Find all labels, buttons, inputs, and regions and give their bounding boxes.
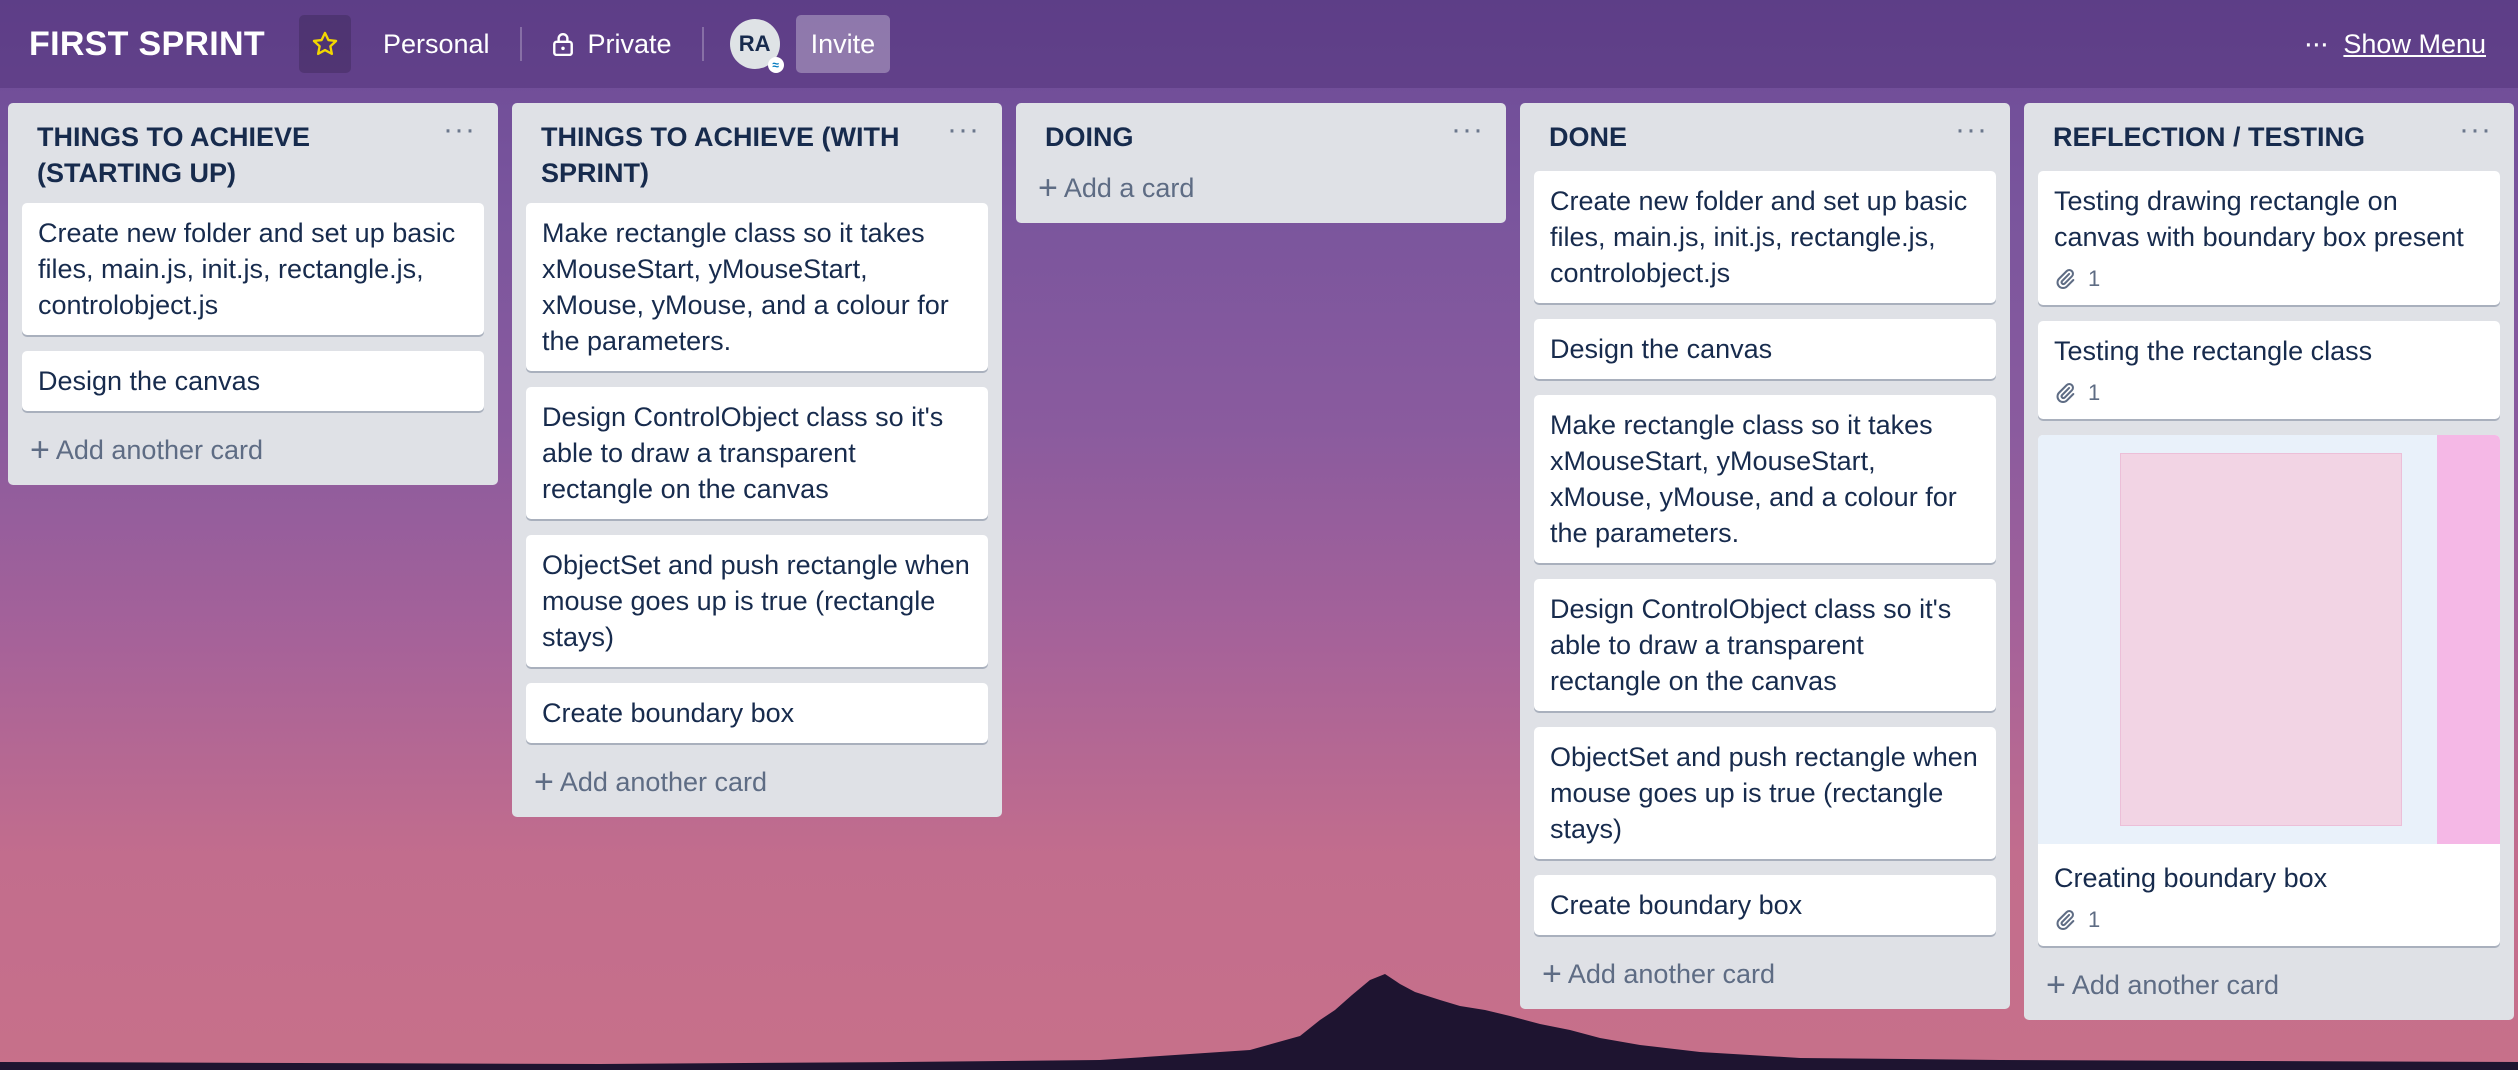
team-visibility-button[interactable]: Personal: [367, 15, 506, 73]
list-menu-icon[interactable]: ···: [2459, 115, 2492, 145]
list-menu-icon[interactable]: ···: [443, 115, 476, 145]
plus-icon: +: [30, 431, 50, 469]
paperclip-icon: [2056, 910, 2075, 931]
invite-button[interactable]: Invite: [795, 15, 891, 73]
card-list: Testing drawing rectangle on canvas with…: [2024, 159, 2514, 946]
add-card-label: Add a card: [1063, 172, 1195, 203]
card[interactable]: Testing the rectangle class 1: [2038, 321, 2500, 419]
plus-icon: +: [2046, 966, 2066, 1004]
privacy-button[interactable]: Private: [536, 15, 688, 73]
list-done: DONE ··· Create new folder and set up ba…: [1520, 103, 2010, 1009]
card-list: Create new folder and set up basic files…: [1520, 159, 2010, 935]
card-with-cover[interactable]: Creating boundary box 1: [2038, 435, 2500, 946]
list-title[interactable]: REFLECTION / TESTING: [2024, 103, 2514, 159]
card[interactable]: Create new folder and set up basic files…: [22, 203, 484, 335]
star-icon: [312, 31, 338, 56]
list-title[interactable]: THINGS TO ACHIEVE (STARTING UP): [8, 103, 498, 191]
plus-icon: +: [534, 763, 554, 801]
attachment-count: 1: [2088, 266, 2101, 291]
card[interactable]: Make rectangle class so it takes xMouseS…: [526, 203, 988, 371]
list-menu-icon[interactable]: ···: [1451, 115, 1484, 145]
add-card-button[interactable]: + Add another card: [2024, 962, 2514, 1020]
list-menu-icon[interactable]: ···: [947, 115, 980, 145]
ellipsis-icon: ···: [2303, 27, 2329, 60]
board-title[interactable]: FIRST SPRINT: [29, 25, 265, 64]
paperclip-icon: [2056, 269, 2075, 290]
card[interactable]: Design the canvas: [1534, 319, 1996, 379]
board-header: FIRST SPRINT Personal Private RA ≈ Invit…: [0, 0, 2518, 88]
add-card-label: Add another card: [55, 434, 263, 465]
list-reflection-testing: REFLECTION / TESTING ··· Testing drawing…: [2024, 103, 2514, 1020]
header-divider: [701, 27, 704, 61]
card[interactable]: Design the canvas: [22, 351, 484, 411]
card-list: Make rectangle class so it takes xMouseS…: [512, 191, 1002, 743]
privacy-label: Private: [587, 28, 672, 59]
card-title: Creating boundary box: [2054, 863, 2328, 893]
lock-icon: [552, 33, 573, 56]
paperclip-icon: [2056, 383, 2075, 404]
card-list: Create new folder and set up basic files…: [8, 191, 498, 411]
show-menu-link[interactable]: Show Menu: [2343, 29, 2486, 60]
menu-toggle[interactable]: ··· Show Menu: [2303, 15, 2486, 73]
attachment-badge: 1: [2054, 379, 2484, 407]
plus-icon: +: [1038, 169, 1058, 207]
card[interactable]: ObjectSet and push rectangle when mouse …: [1534, 727, 1996, 859]
card[interactable]: Design ControlObject class so it's able …: [1534, 579, 1996, 711]
card[interactable]: ObjectSet and push rectangle when mouse …: [526, 535, 988, 667]
card[interactable]: Design ControlObject class so it's able …: [526, 387, 988, 519]
card-title: Testing the rectangle class: [2054, 336, 2373, 366]
card[interactable]: Testing drawing rectangle on canvas with…: [2038, 171, 2500, 305]
add-card-button[interactable]: + Add another card: [512, 759, 1002, 817]
attachment-count: 1: [2088, 380, 2101, 405]
list-title[interactable]: DOING: [1016, 103, 1506, 159]
add-card-button[interactable]: + Add another card: [8, 427, 498, 485]
list-title[interactable]: DONE: [1520, 103, 2010, 159]
card-title: Testing drawing rectangle on canvas with…: [2054, 186, 2464, 252]
member-avatar[interactable]: RA ≈: [729, 19, 784, 73]
list-things-to-achieve-starting-up: THINGS TO ACHIEVE (STARTING UP) ··· Crea…: [8, 103, 498, 485]
add-card-label: Add another card: [2071, 969, 2279, 1000]
list-things-to-achieve-with-sprint: THINGS TO ACHIEVE (WITH SPRINT) ··· Make…: [512, 103, 1002, 817]
add-card-button[interactable]: + Add another card: [1520, 951, 2010, 1009]
attachment-count: 1: [2088, 907, 2101, 932]
add-card-button[interactable]: + Add a card: [1016, 159, 1506, 223]
list-doing: DOING ··· + Add a card: [1016, 103, 1506, 223]
add-card-label: Add another card: [1567, 958, 1775, 989]
card[interactable]: Create boundary box: [526, 683, 988, 743]
admin-badge-icon: ≈: [767, 57, 784, 73]
cover-strip: [2437, 435, 2500, 844]
card[interactable]: Create new folder and set up basic files…: [1534, 171, 1996, 303]
star-button[interactable]: [298, 15, 351, 73]
card-cover-image: [2038, 435, 2500, 844]
attachment-badge: 1: [2054, 265, 2484, 293]
plus-icon: +: [1542, 955, 1562, 993]
card[interactable]: Make rectangle class so it takes xMouseS…: [1534, 395, 1996, 563]
add-card-label: Add another card: [559, 766, 767, 797]
cover-rectangle: [2120, 453, 2402, 826]
card[interactable]: Create boundary box: [1534, 875, 1996, 935]
header-divider: [519, 27, 522, 61]
list-title[interactable]: THINGS TO ACHIEVE (WITH SPRINT): [512, 103, 1002, 191]
avatar-initials: RA: [738, 31, 771, 56]
attachment-badge: 1: [2054, 906, 2484, 934]
list-menu-icon[interactable]: ···: [1955, 115, 1988, 145]
